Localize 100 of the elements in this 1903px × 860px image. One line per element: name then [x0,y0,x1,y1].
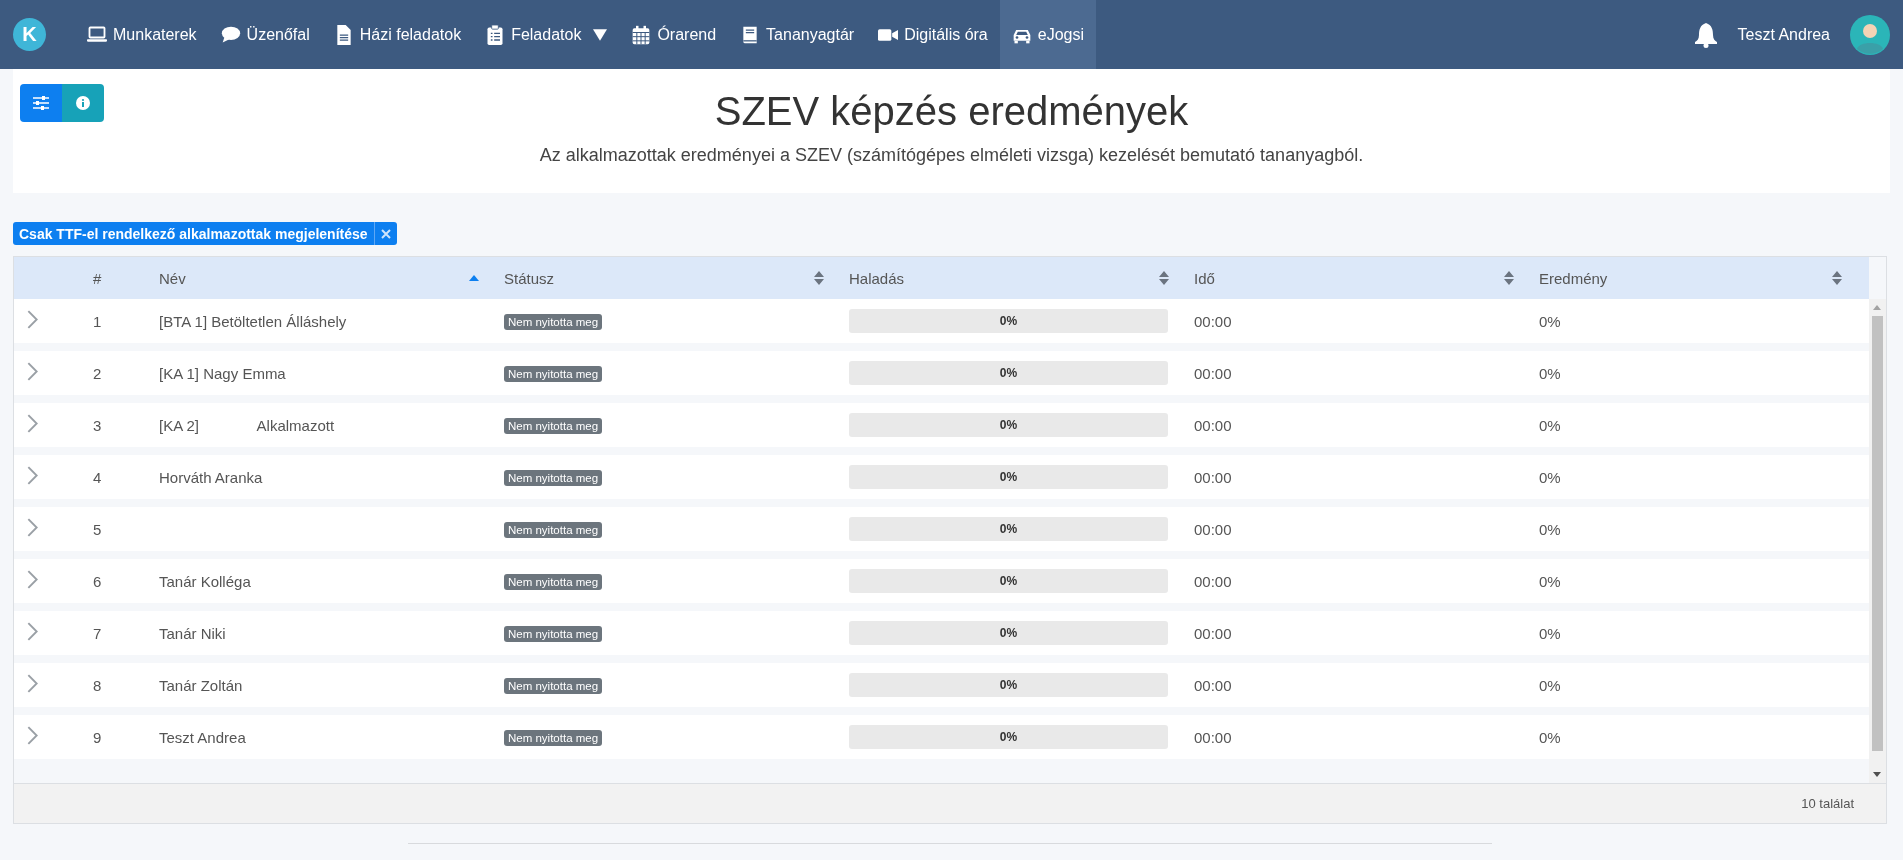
sort-ascending-icon[interactable] [469,275,479,281]
clipboard-icon [485,24,506,45]
progress-reading: 0% [999,522,1018,536]
scroll-down-icon[interactable] [1873,772,1881,777]
status-badge: Nem nyitotta meg [504,470,603,486]
result-cell: 0% [1539,676,1561,694]
status-badge: Nem nyitotta meg [504,418,603,434]
nav-item[interactable]: Digitális óra [866,0,1000,69]
status-badge: Nem nyitotta meg [504,730,603,746]
chevron-right-icon[interactable] [27,726,38,745]
result-cell: 0% [1539,416,1561,434]
column-header[interactable]: Státusz [504,269,555,287]
chevron-right-icon[interactable] [27,414,38,433]
chevron-right-icon[interactable] [27,518,38,537]
sliders-icon [33,96,49,110]
close-icon [380,228,391,239]
name-cell: Horváth Aranka [159,468,263,486]
row-number: 8 [93,676,102,694]
row-number: 1 [93,312,102,330]
filter-chip-label: Csak TTF-el rendelkező alkalmazottak megjelenítése [13,222,375,245]
info-icon [76,96,90,110]
user-name[interactable]: Teszt Andrea [1737,25,1830,44]
progress-reading: 0% [999,678,1018,692]
row-number: 9 [93,728,102,746]
scroll-up-icon[interactable] [1873,305,1881,310]
name-cell: Tanár Niki [159,624,226,642]
time-cell: 00:00 [1194,520,1232,538]
time-cell: 00:00 [1194,624,1232,642]
row-number: 3 [93,416,102,434]
page-subtitle: Az alkalmazottak eredményei a SZEV (számítógépes elméleti vizsga) kezelését bemutató tananyagból. [539,145,1364,166]
sort-icon[interactable] [814,271,824,285]
row-number: 5 [93,520,102,538]
status-badge: Nem nyitotta meg [504,522,603,538]
result-count: 10 találat [1801,796,1854,811]
result-cell: 0% [1539,728,1561,746]
nav-item[interactable]: Órarend [619,0,729,69]
nav-item[interactable]: Házi feladatok [321,0,474,69]
speech-bubble-icon [220,24,241,45]
calendar-icon [631,24,652,45]
name-cell: [KA 1] Nagy Emma [159,364,286,382]
time-cell: 00:00 [1194,468,1232,486]
progress-reading: 0% [999,366,1018,380]
nav-item[interactable]: eJogsi [999,0,1096,69]
nav-item[interactable]: Munkaterek [75,0,209,69]
column-header[interactable]: Eredmény [1539,269,1608,287]
status-badge: Nem nyitotta meg [504,366,603,382]
sort-icon[interactable] [1832,271,1842,285]
progress-reading: 0% [999,626,1018,640]
bell-icon[interactable] [1693,21,1718,48]
column-header[interactable]: # [93,269,102,287]
progress-reading: 0% [999,470,1018,484]
avatar[interactable] [1850,14,1890,55]
name-cell: Tanár Kolléga [159,572,251,590]
chevron-right-icon[interactable] [27,362,38,381]
progress-reading: 0% [999,418,1018,432]
nav-item[interactable]: Tananyagtár [728,0,867,69]
name-cell: Teszt Andrea [159,728,246,746]
column-header[interactable]: Idő [1194,269,1215,287]
page-title: SZEV képzés eredmények [714,88,1189,135]
sort-icon[interactable] [1504,271,1514,285]
status-badge: Nem nyitotta meg [504,314,603,330]
sort-icon[interactable] [1159,271,1169,285]
result-cell: 0% [1539,468,1561,486]
time-cell: 00:00 [1194,728,1232,746]
status-badge: Nem nyitotta meg [504,626,603,642]
filter-settings-button[interactable] [20,84,62,122]
progress-reading: 0% [999,730,1018,744]
progress-reading: 0% [999,574,1018,588]
chevron-right-icon[interactable] [27,622,38,641]
name-cell: [BTA 1] Betöltetlen Álláshely [159,312,347,330]
time-cell: 00:00 [1194,676,1232,694]
chevron-right-icon[interactable] [27,674,38,693]
result-cell: 0% [1539,624,1561,642]
chevron-right-icon[interactable] [27,466,38,485]
chevron-right-icon[interactable] [27,310,38,329]
result-cell: 0% [1539,312,1561,330]
laptop-icon [87,24,107,45]
row-number: 7 [93,624,102,642]
chevron-right-icon[interactable] [27,570,38,589]
time-cell: 00:00 [1194,416,1232,434]
info-button[interactable] [62,84,104,122]
row-number: 2 [93,364,102,382]
scrollbar[interactable] [1869,299,1886,783]
result-cell: 0% [1539,520,1561,538]
status-badge: Nem nyitotta meg [504,678,603,694]
time-cell: 00:00 [1194,312,1232,330]
name-cell: [KA 2] Alkalmazott [159,416,335,434]
status-badge: Nem nyitotta meg [504,574,603,590]
nav-item[interactable]: Üzenőfal [208,0,322,69]
result-cell: 0% [1539,572,1561,590]
time-cell: 00:00 [1194,572,1232,590]
column-header[interactable]: Név [159,269,186,287]
row-number: 6 [93,572,102,590]
progress-reading: 0% [999,314,1018,328]
time-cell: 00:00 [1194,364,1232,382]
row-number: 4 [93,468,102,486]
nav-item[interactable]: Feladatok [473,0,620,69]
column-header[interactable]: Haladás [849,269,905,287]
result-cell: 0% [1539,364,1561,382]
name-cell: Tanár Zoltán [159,676,243,694]
